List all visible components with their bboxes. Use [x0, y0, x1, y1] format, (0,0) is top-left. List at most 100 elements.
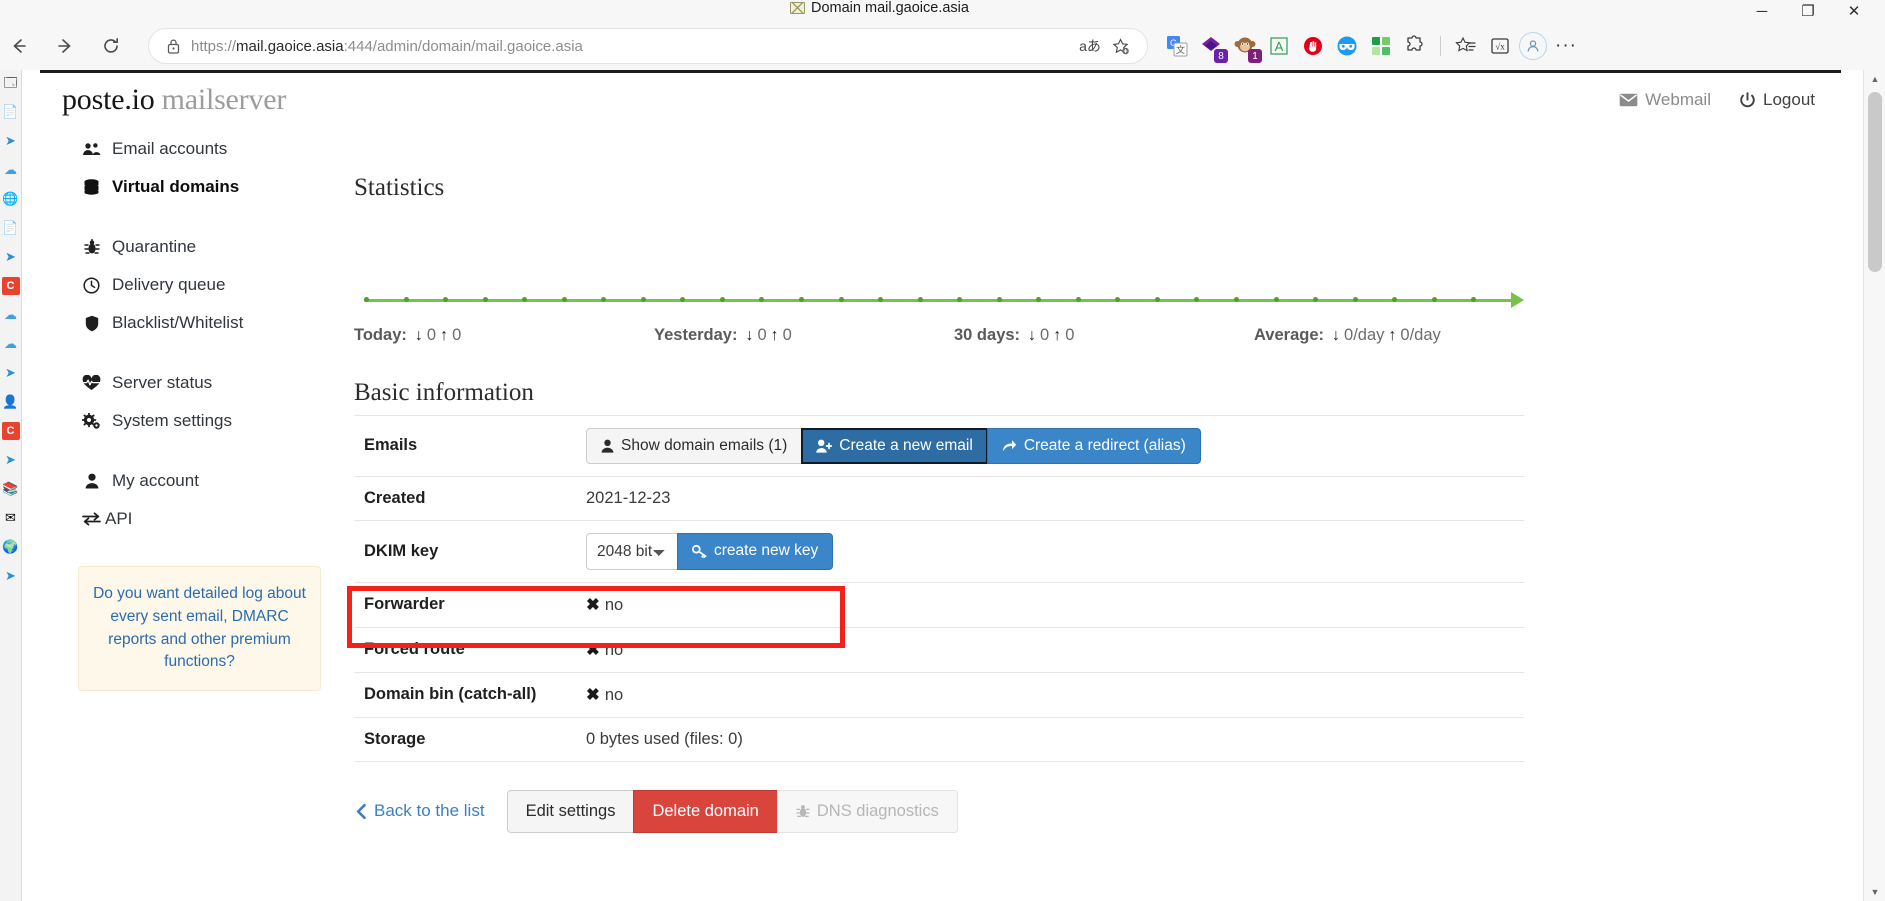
monkey-extension-icon[interactable]: 1 [1230, 31, 1260, 61]
logout-link[interactable]: Logout [1739, 90, 1815, 110]
delete-domain-label: Delete domain [652, 802, 758, 821]
grammar-a-extension-icon[interactable]: A [1264, 31, 1294, 61]
webmail-label: Webmail [1645, 90, 1711, 110]
table-row-emails: Emails Show domain emails (1) Create a n… [354, 416, 1524, 477]
dkim-controls: 2048 bit create new key [586, 533, 833, 570]
blue-bird5-icon[interactable]: ➤ [2, 567, 20, 585]
sidebar-item-server-status[interactable]: Server status [40, 364, 338, 402]
sidebar-item-my-account[interactable]: My account [40, 462, 338, 500]
down-arrow-icon: ↓ [415, 327, 423, 345]
cloud-icon[interactable]: ☁ [2, 161, 20, 179]
extension-badge: 1 [1248, 49, 1262, 63]
exchange-arrows-icon [82, 512, 101, 526]
logout-label: Logout [1763, 90, 1815, 110]
math-solver-icon[interactable]: √x [1485, 31, 1515, 61]
adblock-stop-extension-icon[interactable] [1298, 31, 1328, 61]
row-value: 0 bytes used (files: 0) [586, 717, 1524, 761]
scroll-down-arrow-icon[interactable]: ▼ [1864, 883, 1885, 901]
app-header: poste.iomailserver Webmail Logout [40, 70, 1841, 127]
dkim-bit-size-select[interactable]: 2048 bit [586, 533, 678, 570]
window-restore-button[interactable]: ❐ [1785, 0, 1831, 24]
sidebar-item-delivery-queue[interactable]: Delivery queue [40, 266, 338, 304]
puzzle-extensions-icon[interactable] [1400, 31, 1430, 61]
mail-icon[interactable]: ✉ [2, 509, 20, 527]
person-icon[interactable]: 👤 [2, 393, 20, 411]
window-minimize-button[interactable]: ─ [1739, 0, 1785, 24]
profile-avatar-icon[interactable] [1519, 32, 1547, 60]
shield-icon [82, 315, 101, 332]
browser-titlebar: Domain mail.gaoice.asia ─ ❐ ✕ [0, 0, 1885, 22]
red-c2-icon[interactable]: C [2, 422, 20, 440]
create-new-email-button[interactable]: Create a new email [801, 428, 988, 464]
row-label: Emails [354, 416, 586, 477]
blue-bird-icon[interactable]: ➤ [2, 132, 20, 150]
webmail-link[interactable]: Webmail [1619, 90, 1711, 110]
url-path: :444/admin/domain/mail.gaoice.asia [344, 38, 583, 55]
cloud3-icon[interactable]: ☁ [2, 335, 20, 353]
up-arrow-icon: ↑ [771, 327, 779, 345]
sidebar-item-system-settings[interactable]: System settings [40, 402, 338, 440]
google-translate-extension-icon[interactable]: G文 [1162, 31, 1192, 61]
globe-icon[interactable]: 🌍 [2, 538, 20, 556]
stat-sent: 0 [452, 326, 461, 345]
logo-brand: poste.io [62, 83, 155, 116]
back-to-list-link[interactable]: Back to the list [356, 801, 485, 821]
sidebar-item-virtual-domains[interactable]: Virtual domains [40, 168, 338, 206]
stat-sent: 0 [783, 326, 792, 345]
create-redirect-button[interactable]: Create a redirect (alias) [987, 428, 1201, 464]
table-row-created: Created 2021-12-23 [354, 476, 1524, 520]
stat-today: Today: ↓0 ↑0 [354, 326, 654, 345]
purple-diamond-extension-icon[interactable]: 8 [1196, 31, 1226, 61]
more-ellipsis-icon[interactable]: ··· [1551, 31, 1581, 61]
cloud2-icon[interactable]: ☁ [2, 306, 20, 324]
page-scrollbar[interactable]: ▲ ▼ [1863, 70, 1885, 901]
window-icon[interactable]: 🗔 [2, 74, 20, 92]
create-redirect-label: Create a redirect (alias) [1024, 437, 1186, 455]
arrow-left-icon[interactable] [2, 29, 36, 63]
blue-bird3-icon[interactable]: ➤ [2, 364, 20, 382]
cross-icon: ✖ [586, 686, 600, 704]
sidebar-item-label: System settings [112, 411, 232, 431]
show-domain-emails-button[interactable]: Show domain emails (1) [586, 428, 802, 464]
row-label: Storage [354, 717, 586, 761]
window-close-button[interactable]: ✕ [1831, 0, 1877, 24]
url-scheme: https:// [191, 38, 236, 55]
a-characters-icon[interactable]: aあ [1075, 31, 1105, 61]
sidebar-item-api[interactable]: API [40, 500, 338, 538]
site-info-icon[interactable] [163, 38, 183, 55]
basic-information-table: Emails Show domain emails (1) Create a n… [354, 415, 1524, 762]
user-plus-icon [816, 439, 832, 453]
create-new-key-button[interactable]: create new key [677, 533, 833, 570]
collections-star-icon[interactable] [1451, 31, 1481, 61]
add-favorite-star-icon[interactable] [1105, 31, 1135, 61]
scroll-up-arrow-icon[interactable]: ▲ [1864, 70, 1885, 88]
stat-label: 30 days: [954, 326, 1020, 345]
sidebar-item-blacklist-whitelist[interactable]: Blacklist/Whitelist [40, 304, 338, 342]
mask-privacy-extension-icon[interactable] [1332, 31, 1362, 61]
green-squares-extension-icon[interactable] [1366, 31, 1396, 61]
scrollbar-thumb[interactable] [1868, 92, 1882, 272]
green-books-icon[interactable]: 📚 [2, 480, 20, 498]
row-label: Forwarder [354, 582, 586, 627]
delete-domain-button[interactable]: Delete domain [633, 790, 777, 833]
sidebar-item-quarantine[interactable]: Quarantine [40, 228, 338, 266]
premium-promo-box[interactable]: Do you want detailed log about every sen… [78, 566, 321, 691]
dns-diagnostics-button[interactable]: DNS diagnostics [777, 790, 958, 833]
cross-icon: ✖ [586, 596, 600, 614]
browser-tab[interactable]: Domain mail.gaoice.asia [790, 0, 969, 16]
blue-bird2-icon[interactable]: ➤ [2, 248, 20, 266]
stat-sent: 0/day [1400, 326, 1440, 345]
edit-settings-button[interactable]: Edit settings [507, 790, 635, 833]
address-bar[interactable]: https://mail.gaoice.asia:444/admin/domai… [148, 28, 1148, 64]
document-icon[interactable]: 📄 [2, 103, 20, 121]
sidebar-item-email-accounts[interactable]: Email accounts [40, 130, 338, 168]
document2-icon[interactable]: 📄 [2, 219, 20, 237]
reload-icon[interactable] [94, 29, 128, 63]
red-c-icon[interactable]: C [2, 277, 20, 295]
blue-bird4-icon[interactable]: ➤ [2, 451, 20, 469]
browser-icon[interactable]: 🌐 [2, 190, 20, 208]
gears-icon [82, 413, 101, 430]
table-row-dkim-key: DKIM key 2048 bit create new key [354, 520, 1524, 582]
app-logo[interactable]: poste.iomailserver [62, 83, 286, 117]
arrow-right-icon[interactable] [48, 29, 82, 63]
